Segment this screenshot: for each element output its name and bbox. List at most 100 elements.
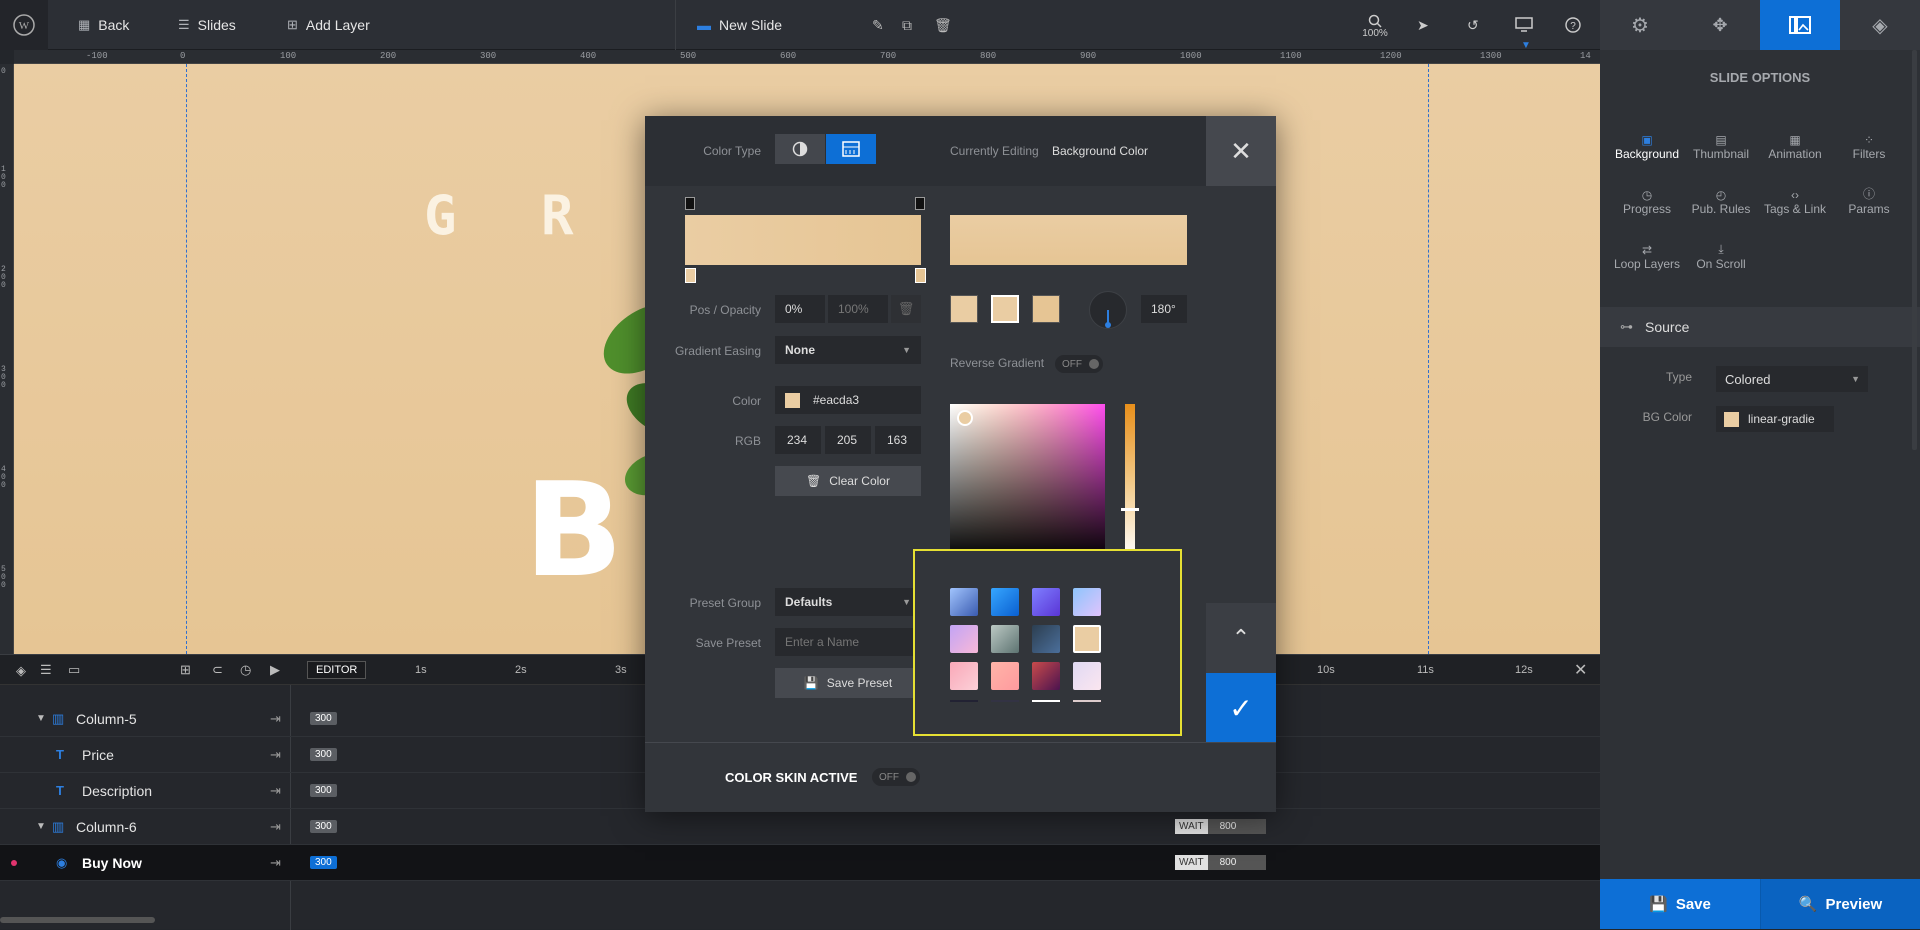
- preset-swatch[interactable]: [991, 625, 1019, 653]
- gradient-easing-select[interactable]: None ▼: [775, 336, 921, 364]
- preset-swatch[interactable]: [991, 662, 1019, 690]
- close-modal-button[interactable]: ✕: [1206, 116, 1276, 186]
- source-section-header[interactable]: ⊶ Source: [1600, 307, 1920, 347]
- preset-swatch[interactable]: [1032, 625, 1060, 653]
- apply-color-button[interactable]: ✓: [1206, 673, 1276, 743]
- collapse-presets-button[interactable]: ⌃: [1206, 603, 1276, 673]
- option-params[interactable]: ⓘ Params: [1832, 180, 1906, 216]
- option-pub-rules[interactable]: ◴ Pub. Rules: [1684, 180, 1758, 216]
- preset-swatch-selected[interactable]: [991, 295, 1019, 323]
- align-right-icon[interactable]: ⇥: [270, 747, 281, 763]
- wordpress-logo[interactable]: W: [0, 0, 48, 50]
- list-icon[interactable]: ☰: [40, 662, 52, 678]
- grid-icon[interactable]: ⊞: [180, 662, 191, 678]
- option-tags-link[interactable]: ‹› Tags & Link: [1758, 180, 1832, 216]
- option-animation[interactable]: ▦ Animation: [1758, 125, 1832, 161]
- stopwatch-icon[interactable]: ◷: [240, 662, 251, 678]
- preset-swatch[interactable]: [1073, 588, 1101, 616]
- option-on-scroll[interactable]: ⤓ On Scroll: [1684, 235, 1758, 271]
- preset-swatch[interactable]: [1032, 588, 1060, 616]
- clear-color-button[interactable]: 🗑 Clear Color: [775, 466, 921, 496]
- gradient-opacity-handle[interactable]: [915, 197, 925, 210]
- preset-name-input[interactable]: [775, 628, 921, 656]
- collapse-icon[interactable]: ▼: [36, 713, 46, 724]
- trash-icon[interactable]: 🗑: [891, 295, 921, 323]
- color-skin-toggle[interactable]: OFF: [872, 768, 920, 786]
- option-thumbnail[interactable]: ▤ Thumbnail: [1684, 125, 1758, 161]
- angle-dial[interactable]: [1089, 291, 1127, 329]
- preset-swatch[interactable]: [950, 588, 978, 616]
- gradient-color-handle[interactable]: [685, 268, 696, 283]
- delay-badge[interactable]: 300: [310, 856, 337, 869]
- delay-badge[interactable]: 300: [310, 712, 337, 725]
- preset-swatch[interactable]: [1073, 662, 1101, 690]
- saturation-handle[interactable]: [957, 410, 973, 426]
- preview-button[interactable]: 🔍 Preview: [1760, 879, 1920, 929]
- option-loop-layers[interactable]: ⇄ Loop Layers: [1610, 235, 1684, 271]
- delay-badge[interactable]: 300: [310, 820, 337, 833]
- reverse-gradient-toggle[interactable]: OFF: [1055, 355, 1103, 373]
- wait-bar[interactable]: WAIT 800: [1175, 819, 1267, 834]
- collapse-icon[interactable]: ▼: [36, 821, 46, 832]
- option-progress[interactable]: ◷ Progress: [1610, 180, 1684, 216]
- gradient-opacity-handle[interactable]: [685, 197, 695, 210]
- help-icon[interactable]: ?: [1565, 0, 1581, 50]
- trash-icon[interactable]: 🗑: [934, 0, 952, 50]
- back-button[interactable]: ▦ Back: [78, 0, 129, 50]
- saturation-field[interactable]: [950, 404, 1105, 559]
- layers-icon[interactable]: ◈: [16, 663, 26, 679]
- color-hex-field[interactable]: #eacda3: [775, 386, 921, 414]
- undo-icon[interactable]: ↺: [1467, 0, 1479, 50]
- option-filters[interactable]: ⁘ Filters: [1832, 125, 1906, 161]
- type-select[interactable]: Colored ▼: [1716, 366, 1868, 392]
- preset-swatch[interactable]: [1032, 662, 1060, 690]
- save-preset-button[interactable]: 💾 Save Preset: [775, 668, 921, 698]
- align-right-icon[interactable]: ⇥: [270, 783, 281, 799]
- blue-field[interactable]: 163: [875, 426, 921, 454]
- wait-bar[interactable]: WAIT 800: [1175, 855, 1267, 870]
- close-icon[interactable]: ✕: [1574, 660, 1587, 680]
- option-background[interactable]: ▣ Background: [1610, 125, 1684, 161]
- green-field[interactable]: 205: [825, 426, 871, 454]
- preset-swatch[interactable]: [950, 625, 978, 653]
- preset-swatch[interactable]: [991, 588, 1019, 616]
- delay-badge[interactable]: 300: [310, 784, 337, 797]
- hue-slider[interactable]: [1121, 404, 1139, 559]
- position-field[interactable]: 0%: [775, 295, 825, 323]
- slide-name[interactable]: ▬ New Slide: [697, 0, 782, 50]
- preset-swatch[interactable]: [1032, 295, 1060, 323]
- gradient-button[interactable]: [826, 134, 876, 164]
- play-icon[interactable]: ▶: [270, 662, 280, 678]
- hue-handle[interactable]: [1121, 508, 1139, 511]
- slides-button[interactable]: ☰ Slides: [178, 0, 236, 50]
- folder-icon[interactable]: ▭: [68, 662, 80, 678]
- sidebar-scrollbar[interactable]: [1912, 50, 1917, 450]
- layers-tab[interactable]: ◈: [1840, 0, 1920, 50]
- slide-options-tab[interactable]: [1760, 0, 1840, 50]
- preset-swatch-selected[interactable]: [1073, 625, 1101, 653]
- preset-group-select[interactable]: Defaults ▼: [775, 588, 921, 616]
- align-right-icon[interactable]: ⇥: [270, 711, 281, 727]
- gradient-preview-bar[interactable]: [685, 215, 921, 265]
- layer-row-selected[interactable]: ◉ Buy Now ⇥ 300 WAIT 800: [0, 845, 1600, 881]
- add-layer-button[interactable]: ⊞ Add Layer: [287, 0, 370, 50]
- navigation-tab[interactable]: ✥: [1680, 0, 1760, 50]
- solid-color-button[interactable]: [775, 134, 825, 164]
- layer-row[interactable]: ▼ ▥ Column-6 ⇥ 300 WAIT 800: [0, 809, 1600, 845]
- align-right-icon[interactable]: ⇥: [270, 819, 281, 835]
- magnet-icon[interactable]: ⊂: [212, 662, 223, 678]
- edit-icon[interactable]: ✎: [872, 0, 884, 50]
- angle-field[interactable]: 180°: [1141, 295, 1187, 323]
- cursor-icon[interactable]: ➤: [1417, 0, 1429, 50]
- preset-swatch[interactable]: [950, 662, 978, 690]
- red-field[interactable]: 234: [775, 426, 821, 454]
- preset-swatch[interactable]: [950, 295, 978, 323]
- align-right-icon[interactable]: ⇥: [270, 855, 281, 871]
- opacity-field[interactable]: 100%: [828, 295, 888, 323]
- settings-tab[interactable]: ⚙: [1600, 0, 1680, 50]
- gradient-color-handle[interactable]: [915, 268, 926, 283]
- bgcolor-picker[interactable]: linear-gradie: [1716, 406, 1834, 432]
- delay-badge[interactable]: 300: [310, 748, 337, 761]
- horizontal-scrollbar[interactable]: [0, 917, 155, 923]
- duplicate-icon[interactable]: ⧉: [902, 0, 912, 50]
